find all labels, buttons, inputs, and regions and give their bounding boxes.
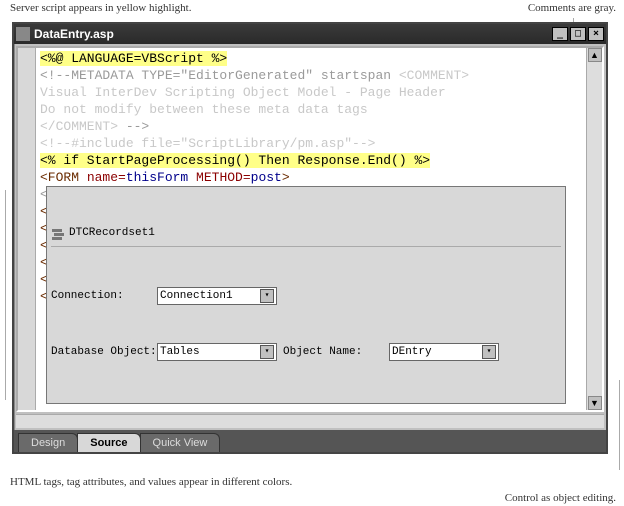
connection-value: Connection1 [160, 288, 260, 305]
recordset-icon [51, 227, 65, 241]
editor-gutter [18, 48, 36, 410]
annotation-html-colors: HTML tags, tag attributes, and values ap… [10, 476, 292, 488]
code-line: > [282, 170, 290, 185]
view-tab-strip: Design Source Quick View [14, 430, 606, 452]
dtc-title: DTCRecordset1 [51, 223, 561, 247]
document-icon [16, 27, 30, 41]
connection-label: Connection: [51, 288, 151, 305]
code-line: Do not modify between these meta data ta… [40, 102, 368, 117]
tab-quick-view[interactable]: Quick View [140, 433, 221, 452]
tab-design[interactable]: Design [18, 433, 78, 452]
code-val: post [251, 170, 282, 185]
close-button[interactable]: × [588, 27, 604, 41]
window-title: DataEntry.asp [34, 27, 552, 41]
chevron-down-icon[interactable]: ▾ [260, 345, 274, 359]
objectname-value: DEntry [392, 344, 482, 361]
chevron-down-icon[interactable]: ▾ [482, 345, 496, 359]
dtc-title-text: DTCRecordset1 [69, 225, 155, 242]
callout-line [5, 190, 6, 400]
editor-window: DataEntry.asp _ □ × <%@ LANGUAGE=VBScrip… [12, 22, 608, 454]
code-val: thisForm [126, 170, 196, 185]
horizontal-scrollbar[interactable] [16, 414, 604, 428]
titlebar[interactable]: DataEntry.asp _ □ × [14, 24, 606, 44]
objectname-dropdown[interactable]: DEntry ▾ [389, 343, 499, 361]
code-attr: name= [87, 170, 126, 185]
callout-line [619, 380, 620, 470]
dbobject-value: Tables [160, 344, 260, 361]
code-line: <COMMENT> [399, 68, 469, 83]
code-line: <!--#include file="ScriptLibrary/pm.asp"… [40, 136, 375, 151]
code-line: <% if StartPageProcessing() Then Respons… [40, 153, 430, 168]
annotation-server-script: Server script appears in yellow highligh… [10, 2, 191, 14]
annotation-comments-gray: Comments are gray. [528, 2, 616, 14]
dtc-recordset-panel[interactable]: DTCRecordset1 Connection: Connection1 ▾ … [46, 186, 566, 404]
code-line: <%@ LANGUAGE=VBScript %> [40, 51, 227, 66]
code-line: Visual InterDev Scripting Object Model -… [40, 85, 446, 100]
code-attr: METHOD= [196, 170, 251, 185]
tab-source[interactable]: Source [77, 433, 140, 452]
vertical-scrollbar[interactable]: ▲ ▼ [586, 48, 602, 410]
code-editor[interactable]: <%@ LANGUAGE=VBScript %> <!--METADATA TY… [36, 48, 586, 410]
scroll-up-icon[interactable]: ▲ [588, 48, 602, 62]
dbobject-label: Database Object: [51, 344, 151, 361]
editor-frame: <%@ LANGUAGE=VBScript %> <!--METADATA TY… [16, 46, 604, 412]
code-line: <FORM [40, 170, 87, 185]
maximize-button[interactable]: □ [570, 27, 586, 41]
objectname-label: Object Name: [283, 344, 383, 361]
annotation-control-object: Control as object editing. [505, 492, 616, 504]
chevron-down-icon[interactable]: ▾ [260, 289, 274, 303]
code-line: </COMMENT> [40, 119, 118, 134]
dbobject-dropdown[interactable]: Tables ▾ [157, 343, 277, 361]
connection-dropdown[interactable]: Connection1 ▾ [157, 287, 277, 305]
code-line: --> [118, 119, 149, 134]
scroll-down-icon[interactable]: ▼ [588, 396, 602, 410]
code-line: <!--METADATA TYPE="EditorGenerated" star… [40, 68, 399, 83]
minimize-button[interactable]: _ [552, 27, 568, 41]
